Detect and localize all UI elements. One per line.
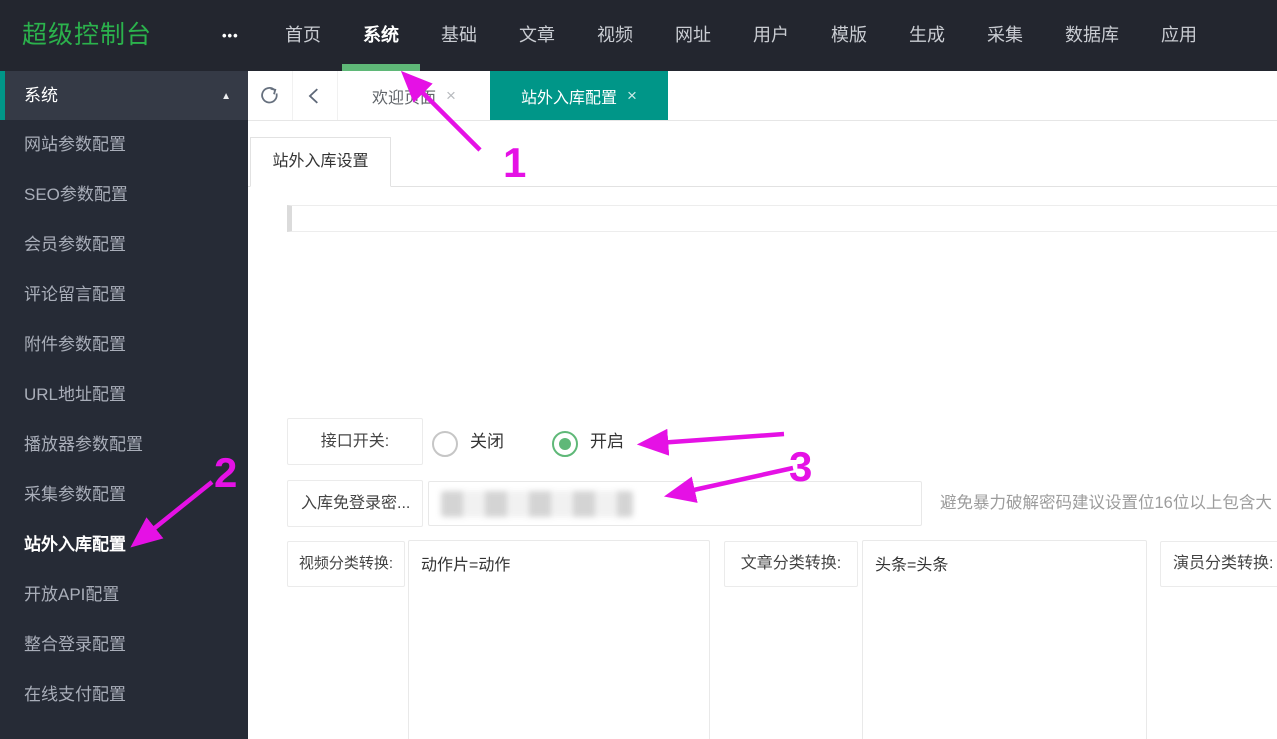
article-convert-textarea[interactable]: 头条=头条 — [862, 540, 1147, 739]
nav-item-label: 采集 — [987, 25, 1023, 45]
active-nav-indicator — [342, 64, 420, 71]
video-convert-textarea[interactable]: 动作片=动作 — [408, 540, 710, 739]
sidebar-item[interactable]: 在线支付配置 — [0, 670, 248, 720]
sidebar-item[interactable]: 网站参数配置 — [0, 120, 248, 170]
video-convert-label: 视频分类转换: — [287, 541, 405, 587]
nav-item-label: 生成 — [909, 25, 945, 45]
close-icon[interactable]: × — [446, 86, 456, 106]
radio-on-button[interactable] — [552, 431, 578, 457]
nav-item[interactable]: 用户 — [732, 0, 810, 71]
api-switch-label: 接口开关: — [287, 418, 423, 465]
blurred-password-value — [441, 491, 633, 517]
sidebar-item-label: 评论留言配置 — [24, 285, 126, 304]
chevron-left-icon — [304, 85, 326, 107]
sidebar-item-label: 附件参数配置 — [24, 335, 126, 354]
password-label: 入库免登录密... — [287, 480, 423, 527]
radio-off-button[interactable] — [432, 431, 458, 457]
tab-scroll-left-button[interactable] — [293, 71, 338, 120]
close-icon[interactable]: × — [627, 86, 637, 106]
sidebar: 系统 ▲ 网站参数配置 SEO参数配置 会员参数配置 评论留言配置 附件参数配置… — [0, 71, 248, 739]
page-tab-label: 站外入库配置 — [521, 84, 617, 108]
nav-item-label: 数据库 — [1065, 25, 1119, 45]
sidebar-item-label: URL地址配置 — [24, 385, 126, 404]
sidebar-item-label: 在线支付配置 — [24, 685, 126, 704]
nav-item[interactable]: 模版 — [810, 0, 888, 71]
sidebar-item[interactable]: 评论留言配置 — [0, 270, 248, 320]
nav-item-label: 首页 — [285, 25, 321, 45]
nav-item[interactable]: 视频 — [576, 0, 654, 71]
sidebar-item-label: 会员参数配置 — [24, 235, 126, 254]
sidebar-item[interactable]: 附件参数配置 — [0, 320, 248, 370]
sidebar-group-label: 系统 — [24, 86, 58, 105]
nav-item[interactable]: 文章 — [498, 0, 576, 71]
refresh-icon — [258, 84, 282, 108]
sidebar-item[interactable]: 会员参数配置 — [0, 220, 248, 270]
nav-item-label: 文章 — [519, 25, 555, 45]
nav-item-label: 应用 — [1161, 25, 1197, 45]
nav-item[interactable]: 应用 — [1140, 0, 1218, 71]
sidebar-item[interactable]: SEO参数配置 — [0, 170, 248, 220]
nav-item-label: 网址 — [675, 25, 711, 45]
nav-item-label: 系统 — [363, 25, 399, 45]
sidebar-item-label: 网站参数配置 — [24, 135, 126, 154]
sidebar-item-label: 采集参数配置 — [24, 485, 126, 504]
sidebar-item[interactable]: 采集参数配置 — [0, 470, 248, 520]
password-input[interactable] — [428, 481, 922, 526]
sidebar-item[interactable]: 开放API配置 — [0, 570, 248, 620]
sidebar-item-label: 整合登录配置 — [24, 635, 126, 654]
radio-off-label[interactable]: 关闭 — [470, 418, 504, 465]
page-tabbar: 欢迎页面 × 站外入库配置 × — [248, 71, 1277, 121]
refresh-button[interactable] — [248, 71, 293, 120]
menu-toggle-icon[interactable]: ••• — [222, 0, 239, 71]
top-nav: 首页 系统 基础 文章 视频 网址 用户 模版 — [264, 0, 1218, 71]
page-tab[interactable]: 站外入库配置 × — [490, 71, 668, 120]
sidebar-item[interactable]: 播放器参数配置 — [0, 420, 248, 470]
nav-item[interactable]: 系统 — [342, 0, 420, 71]
nav-item[interactable]: 采集 — [966, 0, 1044, 71]
radio-dot — [559, 438, 571, 450]
nav-item-label: 基础 — [441, 25, 477, 45]
article-convert-label: 文章分类转换: — [724, 541, 858, 587]
nav-item[interactable]: 网址 — [654, 0, 732, 71]
sidebar-item-label: 站外入库配置 — [24, 535, 126, 554]
sidebar-item[interactable]: 整合登录配置 — [0, 620, 248, 670]
sidebar-item-label: 播放器参数配置 — [24, 435, 143, 454]
nav-item-label: 视频 — [597, 25, 633, 45]
nav-item[interactable]: 数据库 — [1044, 0, 1140, 71]
nav-item-label: 用户 — [753, 25, 789, 45]
main-content: 站外入库设置 接口开关: 关闭 开启 入库免登录密... 避免暴力破解密码建议设… — [248, 121, 1277, 739]
page-tab[interactable]: 欢迎页面 × — [338, 71, 490, 120]
section-tab-divider — [248, 137, 1277, 187]
topbar: 超级控制台 ••• 首页 系统 基础 文章 视频 网址 用户 — [0, 0, 1277, 71]
collapse-arrow-icon: ▲ — [221, 72, 231, 121]
sidebar-item-label: SEO参数配置 — [24, 185, 128, 204]
password-hint: 避免暴力破解密码建议设置位16位以上包含大 — [940, 480, 1272, 527]
nav-item-label: 模版 — [831, 25, 867, 45]
page-tab-label: 欢迎页面 — [372, 84, 436, 108]
actor-convert-label: 演员分类转换: — [1160, 541, 1277, 587]
sidebar-item-label: 开放API配置 — [24, 585, 119, 604]
nav-item[interactable]: 生成 — [888, 0, 966, 71]
nav-item[interactable]: 基础 — [420, 0, 498, 71]
tips-box — [287, 205, 1277, 232]
radio-on-label[interactable]: 开启 — [590, 418, 624, 465]
sidebar-item[interactable]: 站外入库配置 — [0, 520, 248, 570]
sidebar-group-header[interactable]: 系统 ▲ — [0, 71, 248, 120]
sidebar-item[interactable]: URL地址配置 — [0, 370, 248, 420]
app-logo[interactable]: 超级控制台 — [22, 0, 152, 71]
nav-item[interactable]: 首页 — [264, 0, 342, 71]
tab-offsite-storage-settings[interactable]: 站外入库设置 — [250, 137, 391, 187]
